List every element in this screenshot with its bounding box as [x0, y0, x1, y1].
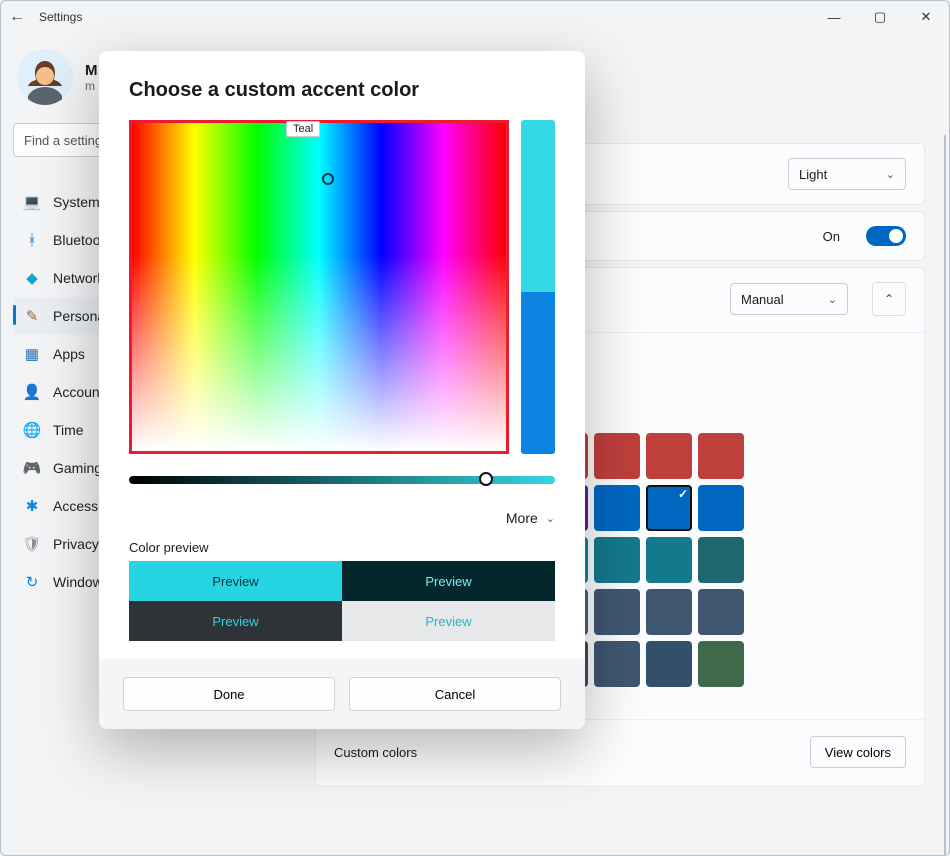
profile-name: M — [85, 62, 98, 79]
preview-tile: Preview — [129, 601, 342, 641]
view-colors-button[interactable]: View colors — [810, 736, 906, 768]
nav-label: Network — [53, 270, 104, 286]
color-swatch[interactable] — [594, 537, 640, 583]
maximize-button[interactable]: ▢ — [857, 1, 903, 33]
nav-icon: ↻ — [23, 573, 41, 591]
color-swatch[interactable] — [698, 485, 744, 531]
more-toggle[interactable]: More ⌄ — [129, 510, 555, 526]
nav-icon: 🌐 — [23, 421, 41, 439]
color-swatch[interactable] — [646, 641, 692, 687]
scrollbar[interactable] — [944, 135, 946, 855]
done-button[interactable]: Done — [123, 677, 335, 711]
close-button[interactable]: ✕ — [903, 1, 949, 33]
dialog-title: Choose a custom accent color — [129, 79, 555, 102]
custom-colors-label: Custom colors — [334, 745, 417, 760]
avatar — [17, 49, 73, 105]
search-placeholder: Find a setting — [24, 133, 102, 148]
value-slider[interactable] — [129, 476, 555, 486]
color-old — [521, 292, 555, 454]
nav-icon: ✎ — [23, 307, 41, 325]
color-swatch[interactable] — [646, 537, 692, 583]
back-button[interactable]: ← — [1, 8, 33, 26]
transparency-toggle[interactable] — [866, 226, 906, 246]
preview-label: Color preview — [129, 540, 555, 555]
profile-sub: m — [85, 79, 98, 93]
preview-grid: Preview Preview Preview Preview — [129, 561, 555, 641]
color-compare — [521, 120, 555, 454]
color-swatch[interactable] — [594, 589, 640, 635]
color-swatch[interactable] — [698, 537, 744, 583]
nav-icon: ✱ — [23, 497, 41, 515]
color-new — [521, 120, 555, 292]
cancel-button[interactable]: Cancel — [349, 677, 561, 711]
color-cursor[interactable] — [322, 173, 334, 185]
nav-icon: 👤 — [23, 383, 41, 401]
preview-tile: Preview — [342, 601, 555, 641]
chevron-down-icon: ⌄ — [828, 293, 837, 306]
value-thumb[interactable] — [479, 472, 493, 486]
color-swatch[interactable] — [646, 485, 692, 531]
more-label: More — [506, 510, 538, 526]
accent-value: Manual — [741, 292, 784, 307]
nav-icon: ▦ — [23, 345, 41, 363]
minimize-button[interactable]: — — [811, 1, 857, 33]
nav-icon: 🛡 — [23, 535, 41, 553]
mode-value: Light — [799, 167, 827, 182]
color-field[interactable]: Teal — [129, 120, 509, 454]
accent-select[interactable]: Manual ⌄ — [730, 283, 848, 315]
nav-icon: ᚼ — [23, 231, 41, 249]
chevron-down-icon: ⌄ — [546, 512, 555, 525]
color-swatch[interactable] — [594, 433, 640, 479]
color-swatch[interactable] — [594, 641, 640, 687]
window-title: Settings — [39, 10, 82, 24]
nav-label: Privacy — [53, 536, 99, 552]
nav-label: Time — [53, 422, 84, 438]
color-picker-dialog: Choose a custom accent color Teal More ⌄… — [99, 51, 585, 729]
nav-icon: ◆ — [23, 269, 41, 287]
title-bar: ← Settings — ▢ ✕ — [1, 1, 949, 33]
color-swatch[interactable] — [646, 589, 692, 635]
color-swatch[interactable] — [646, 433, 692, 479]
hue-tooltip: Teal — [286, 121, 320, 137]
color-swatch[interactable] — [594, 485, 640, 531]
nav-label: Gaming — [53, 460, 102, 476]
nav-label: Apps — [53, 346, 85, 362]
preview-tile: Preview — [342, 561, 555, 601]
chevron-down-icon: ⌄ — [886, 168, 895, 181]
nav-icon: 🎮 — [23, 459, 41, 477]
expand-toggle[interactable]: ⌃ — [872, 282, 906, 316]
preview-tile: Preview — [129, 561, 342, 601]
color-swatch[interactable] — [698, 641, 744, 687]
transparency-state: On — [823, 229, 840, 244]
color-swatch[interactable] — [698, 589, 744, 635]
color-swatch[interactable] — [698, 433, 744, 479]
mode-select[interactable]: Light ⌄ — [788, 158, 906, 190]
nav-icon: 💻 — [23, 193, 41, 211]
nav-label: System — [53, 194, 100, 210]
